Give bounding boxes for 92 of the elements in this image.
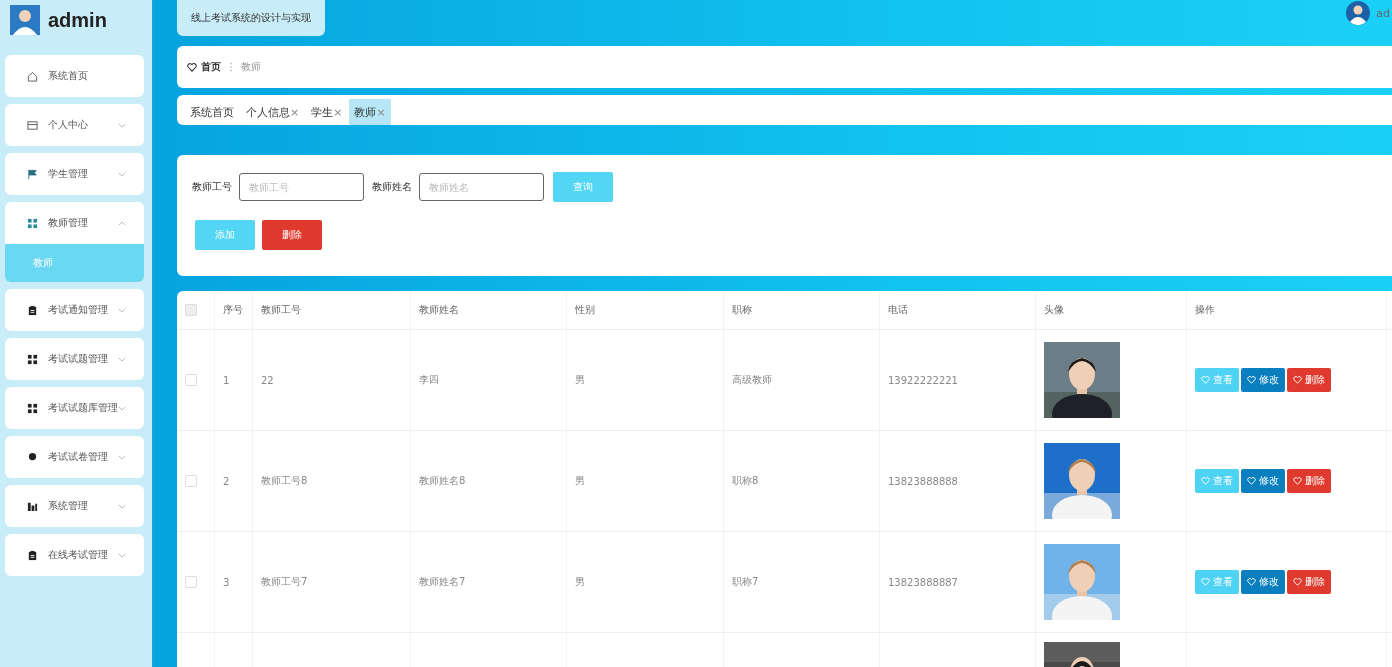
heart-icon	[1293, 578, 1302, 586]
system-title: 线上考试系统的设计与实现	[177, 0, 325, 36]
action-button[interactable]: 修改	[1241, 570, 1285, 594]
menu-item[interactable]: 系统首页	[5, 55, 144, 97]
table-cell: 男	[567, 532, 724, 632]
bars-icon	[27, 500, 38, 512]
action-button[interactable]: 删除	[1287, 368, 1331, 392]
tab[interactable]: 学生×	[306, 99, 348, 125]
column-header: 教师工号	[253, 291, 411, 329]
table-cell: 男	[567, 330, 724, 430]
delete-button[interactable]: 删除	[262, 220, 322, 250]
table-cell: 教师工号7	[253, 532, 411, 632]
tab[interactable]: 个人信息×	[241, 99, 305, 125]
heart-icon	[1201, 477, 1210, 485]
table-cell: 教师姓名7	[411, 532, 567, 632]
input-field[interactable]: 教师姓名	[419, 173, 544, 201]
action-button[interactable]: 修改	[1241, 368, 1285, 392]
pin-icon	[27, 451, 38, 463]
checkbox[interactable]	[185, 304, 197, 316]
user-name: ad	[1376, 6, 1391, 20]
tab[interactable]: 教师×	[349, 99, 391, 125]
separator-icon	[229, 62, 233, 72]
field-label: 教师姓名	[372, 180, 412, 194]
column-header: 职称	[724, 291, 880, 329]
menu-item[interactable]: 学生管理	[5, 153, 144, 195]
menu-item[interactable]: 个人中心	[5, 104, 144, 146]
action-button[interactable]: 删除	[1287, 469, 1331, 493]
heart-icon	[1247, 477, 1256, 485]
table-cell: 13823888888	[880, 431, 1036, 531]
menu-item[interactable]: 系统管理	[5, 485, 144, 527]
menu-item[interactable]: 考试试题库管理	[5, 387, 144, 429]
table-cell: 13823888887	[880, 532, 1036, 632]
table-cell: 1	[215, 330, 253, 430]
flag-icon	[27, 168, 38, 180]
table-cell: 教师姓名8	[411, 431, 567, 531]
checkbox[interactable]	[185, 475, 197, 487]
heart-icon	[187, 62, 197, 72]
table-cell: 2	[215, 431, 253, 531]
card-icon	[27, 119, 38, 131]
heart-icon	[1293, 376, 1302, 384]
menu-item[interactable]: 在线考试管理	[5, 534, 144, 576]
action-button[interactable]: 删除	[1287, 570, 1331, 594]
avatar-icon	[10, 5, 40, 35]
home-icon	[27, 70, 38, 82]
table-cell: 职称8	[724, 431, 880, 531]
heart-icon	[1201, 376, 1210, 384]
table-cell: 职称7	[724, 532, 880, 632]
chevron-icon	[118, 503, 126, 509]
chevron-icon	[118, 454, 126, 460]
column-header: 电话	[880, 291, 1036, 329]
column-header: 头像	[1036, 291, 1187, 329]
chevron-icon	[118, 122, 126, 128]
checkbox[interactable]	[185, 374, 197, 386]
table-cell: 13922222221	[880, 330, 1036, 430]
menu-item[interactable]: 考试试题管理	[5, 338, 144, 380]
grid-icon	[27, 217, 38, 229]
column-header: 操作	[1187, 291, 1387, 329]
checkbox[interactable]	[185, 576, 197, 588]
table-cell: 教师工号8	[253, 431, 411, 531]
chevron-icon	[118, 552, 126, 558]
tab[interactable]: 系统首页	[185, 99, 239, 125]
action-button[interactable]: 修改	[1241, 469, 1285, 493]
grid-icon	[27, 353, 38, 365]
field-label: 教师工号	[192, 180, 232, 194]
input-field[interactable]: 教师工号	[239, 173, 364, 201]
heart-icon	[1247, 578, 1256, 586]
breadcrumb-item[interactable]: 首页	[201, 60, 221, 74]
breadcrumb-item: 教师	[241, 60, 261, 74]
table-cell: 李四	[411, 330, 567, 430]
table-cell: 3	[215, 532, 253, 632]
clipboard-icon	[27, 549, 38, 561]
table-cell: 22	[253, 330, 411, 430]
grid-icon	[27, 402, 38, 414]
avatar-icon	[1346, 1, 1371, 25]
table-cell: 高级教师	[724, 330, 880, 430]
username: admin	[48, 8, 107, 32]
heart-icon	[1201, 578, 1210, 586]
chevron-icon	[118, 171, 126, 177]
menu-item[interactable]: 教师管理	[5, 202, 144, 244]
heart-icon	[1293, 477, 1302, 485]
heart-icon	[1247, 376, 1256, 384]
chevron-icon	[118, 220, 126, 226]
menu-item[interactable]: 考试试卷管理	[5, 436, 144, 478]
column-header: 性别	[567, 291, 724, 329]
menu-item[interactable]: 考试通知管理	[5, 289, 144, 331]
table-cell: 男	[567, 431, 724, 531]
chevron-icon	[118, 405, 126, 411]
clipboard-icon	[27, 304, 38, 316]
column-header: 序号	[215, 291, 253, 329]
chevron-icon	[118, 356, 126, 362]
column-header: 教师姓名	[411, 291, 567, 329]
chevron-icon	[118, 307, 126, 313]
